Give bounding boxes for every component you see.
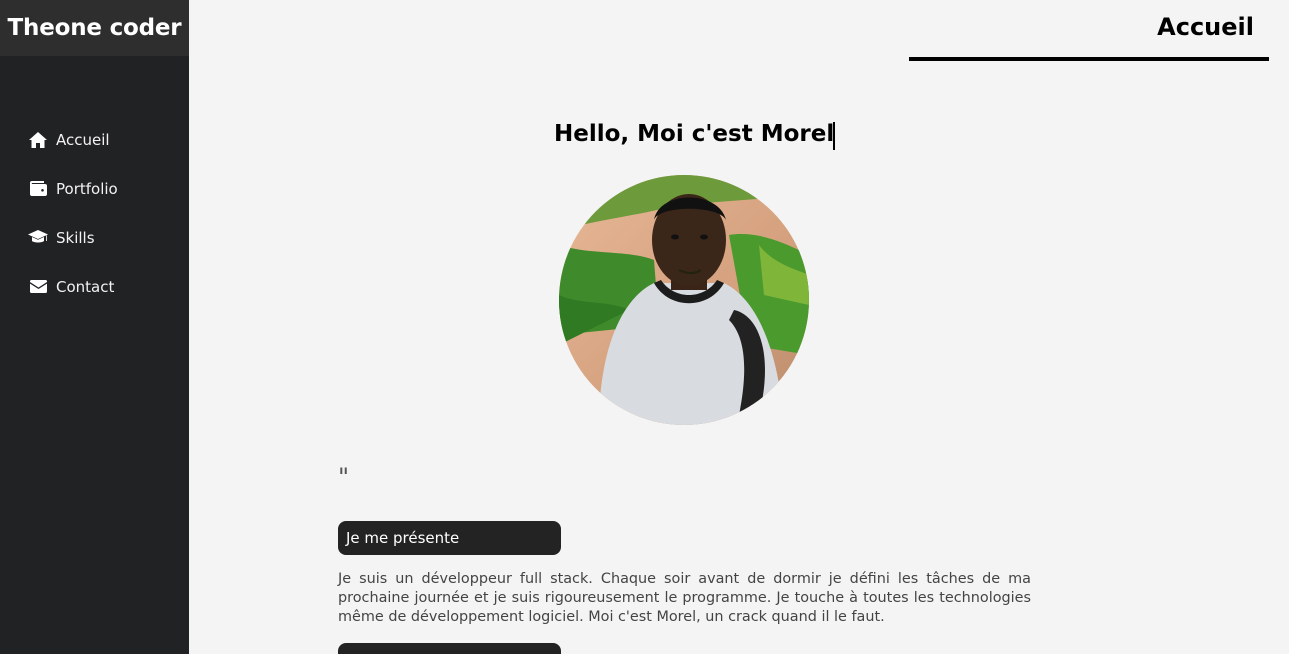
avatar — [559, 175, 809, 425]
next-section-button[interactable] — [338, 643, 561, 654]
sidebar-item-accueil[interactable]: Accueil — [0, 115, 189, 164]
home-icon — [28, 131, 48, 149]
graduation-cap-icon — [28, 229, 48, 247]
brand-title[interactable]: Theone coder — [0, 0, 189, 56]
sidebar-item-label: Portfolio — [56, 179, 118, 198]
sidebar-item-portfolio[interactable]: Portfolio — [0, 164, 189, 213]
sidebar-item-label: Skills — [56, 228, 95, 247]
sidebar-item-label: Accueil — [56, 130, 110, 149]
section-underline — [909, 57, 1269, 61]
hero-greeting: Hello, Moi c'est Morel — [554, 121, 835, 147]
section-title: Accueil — [1157, 13, 1254, 41]
sidebar-item-contact[interactable]: Contact — [0, 262, 189, 311]
quote-mark: " — [338, 463, 350, 491]
envelope-icon — [28, 278, 48, 296]
sidebar-nav: Accueil Portfolio Skills Contact — [0, 115, 189, 311]
wallet-icon — [28, 180, 48, 198]
sidebar: Theone coder Accueil Portfolio Skills Co… — [0, 0, 189, 654]
bio-text: Je suis un développeur full stack. Chaqu… — [338, 571, 1031, 625]
sidebar-item-label: Contact — [56, 277, 115, 296]
typing-cursor — [833, 122, 835, 150]
sidebar-item-skills[interactable]: Skills — [0, 213, 189, 262]
present-button[interactable]: Je me présente — [338, 521, 561, 555]
